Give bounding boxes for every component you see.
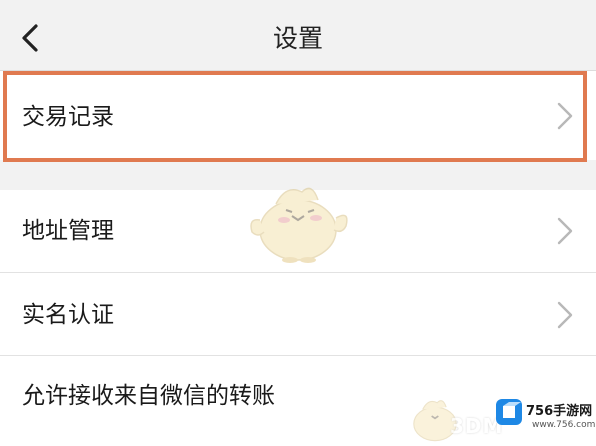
chevron-right-icon (557, 301, 573, 329)
settings-item-label: 允许接收来自微信的转账 (22, 383, 275, 409)
top-bar: 设置 (0, 0, 596, 71)
settings-item-transaction-records[interactable]: 交易记录 (0, 71, 596, 160)
chevron-right-icon (557, 217, 573, 245)
settings-item-label: 实名认证 (22, 302, 114, 328)
chevron-right-icon (557, 102, 573, 130)
page-title: 设置 (272, 24, 323, 53)
settings-item-address-management[interactable]: 地址管理 (0, 190, 596, 272)
settings-item-label: 交易记录 (22, 104, 114, 130)
settings-item-label: 地址管理 (22, 218, 114, 244)
settings-item-wechat-transfer[interactable]: 允许接收来自微信的转账 (0, 356, 596, 446)
settings-item-real-name-verification[interactable]: 实名认证 (0, 273, 596, 355)
